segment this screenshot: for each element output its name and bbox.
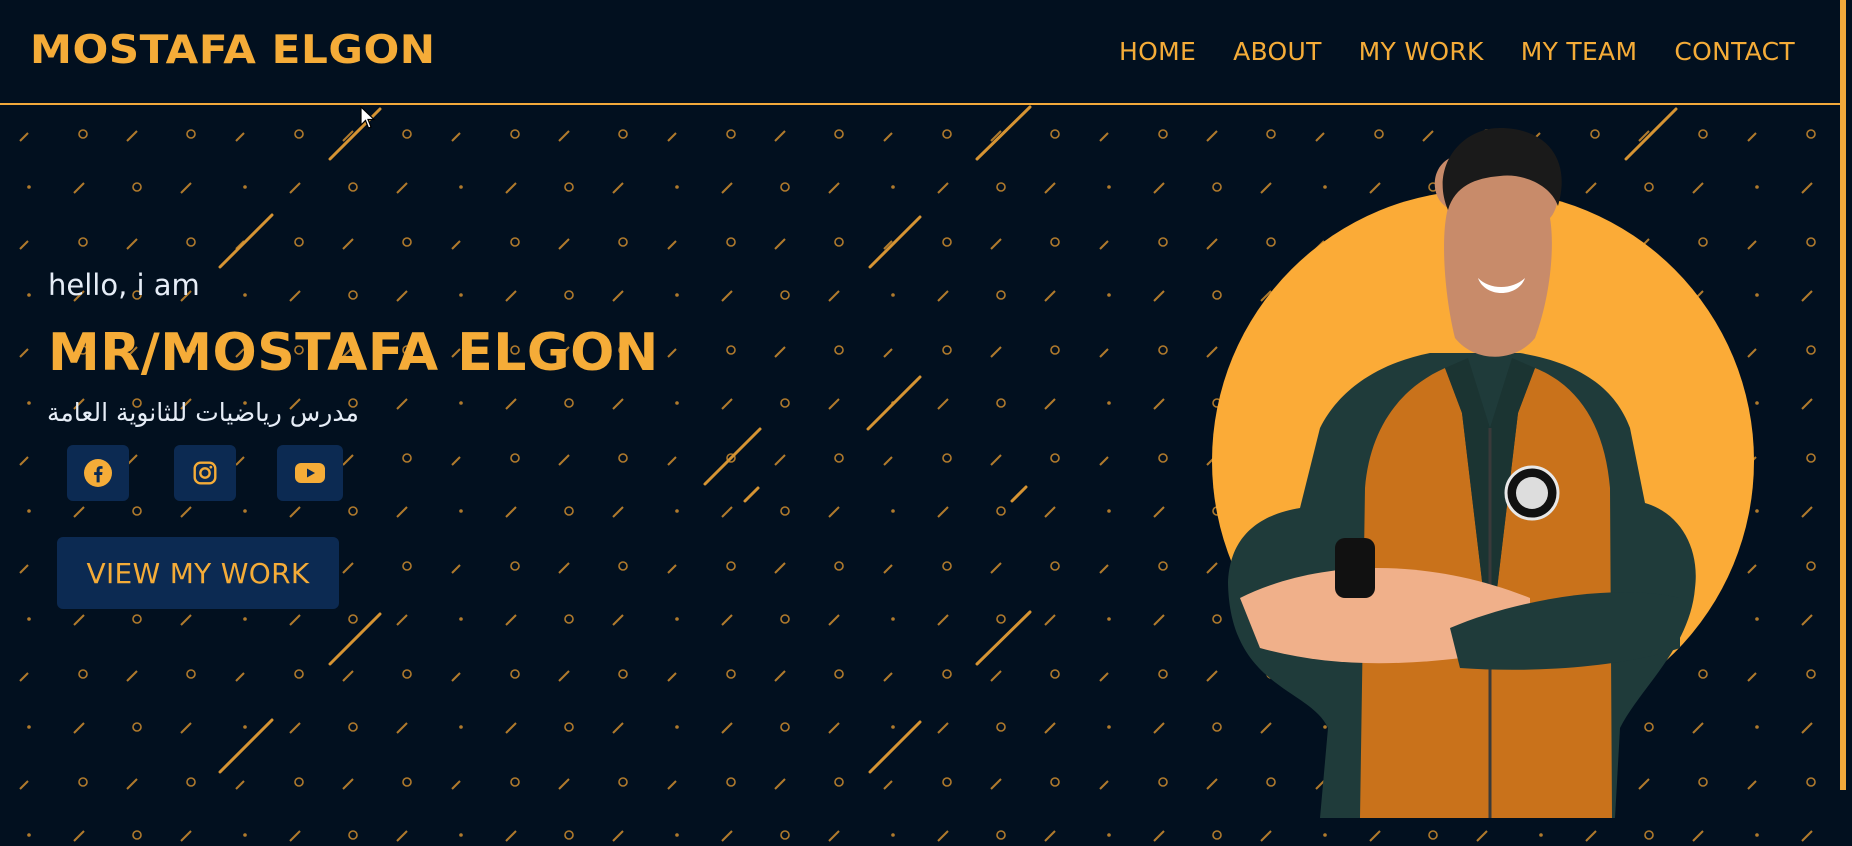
instagram-link[interactable]	[174, 445, 236, 501]
nav-about[interactable]: ABOUT	[1233, 37, 1322, 66]
main-nav: HOME ABOUT MY WORK MY TEAM CONTACT	[1119, 37, 1795, 66]
hero-intro: hello, i am MR/MOSTAFA ELGON مدرس رياضيا…	[47, 268, 658, 427]
nav-my-team[interactable]: MY TEAM	[1521, 37, 1638, 66]
instagram-icon	[193, 461, 217, 485]
youtube-link[interactable]	[277, 445, 343, 501]
profile-photo	[1212, 128, 1754, 818]
hero-subtitle: مدرس رياضيات للثانوية العامة	[47, 398, 359, 427]
mouse-cursor-icon	[360, 106, 376, 129]
site-logo[interactable]: MOSTAFA ELGON	[30, 28, 436, 73]
facebook-link[interactable]	[67, 445, 129, 501]
nav-home[interactable]: HOME	[1119, 37, 1196, 66]
view-my-work-button[interactable]: VIEW MY WORK	[57, 537, 339, 609]
facebook-icon	[84, 459, 112, 487]
nav-my-work[interactable]: MY WORK	[1359, 37, 1484, 66]
nav-contact[interactable]: CONTACT	[1674, 37, 1795, 66]
page: MOSTAFA ELGON HOME ABOUT MY WORK MY TEAM…	[0, 0, 1852, 846]
hero-name: MR/MOSTAFA ELGON	[48, 323, 659, 383]
top-navbar: MOSTAFA ELGON HOME ABOUT MY WORK MY TEAM…	[0, 0, 1840, 105]
scrollbar-thumb[interactable]	[1840, 0, 1846, 790]
youtube-icon	[295, 463, 325, 483]
hero-greeting: hello, i am	[48, 268, 200, 302]
